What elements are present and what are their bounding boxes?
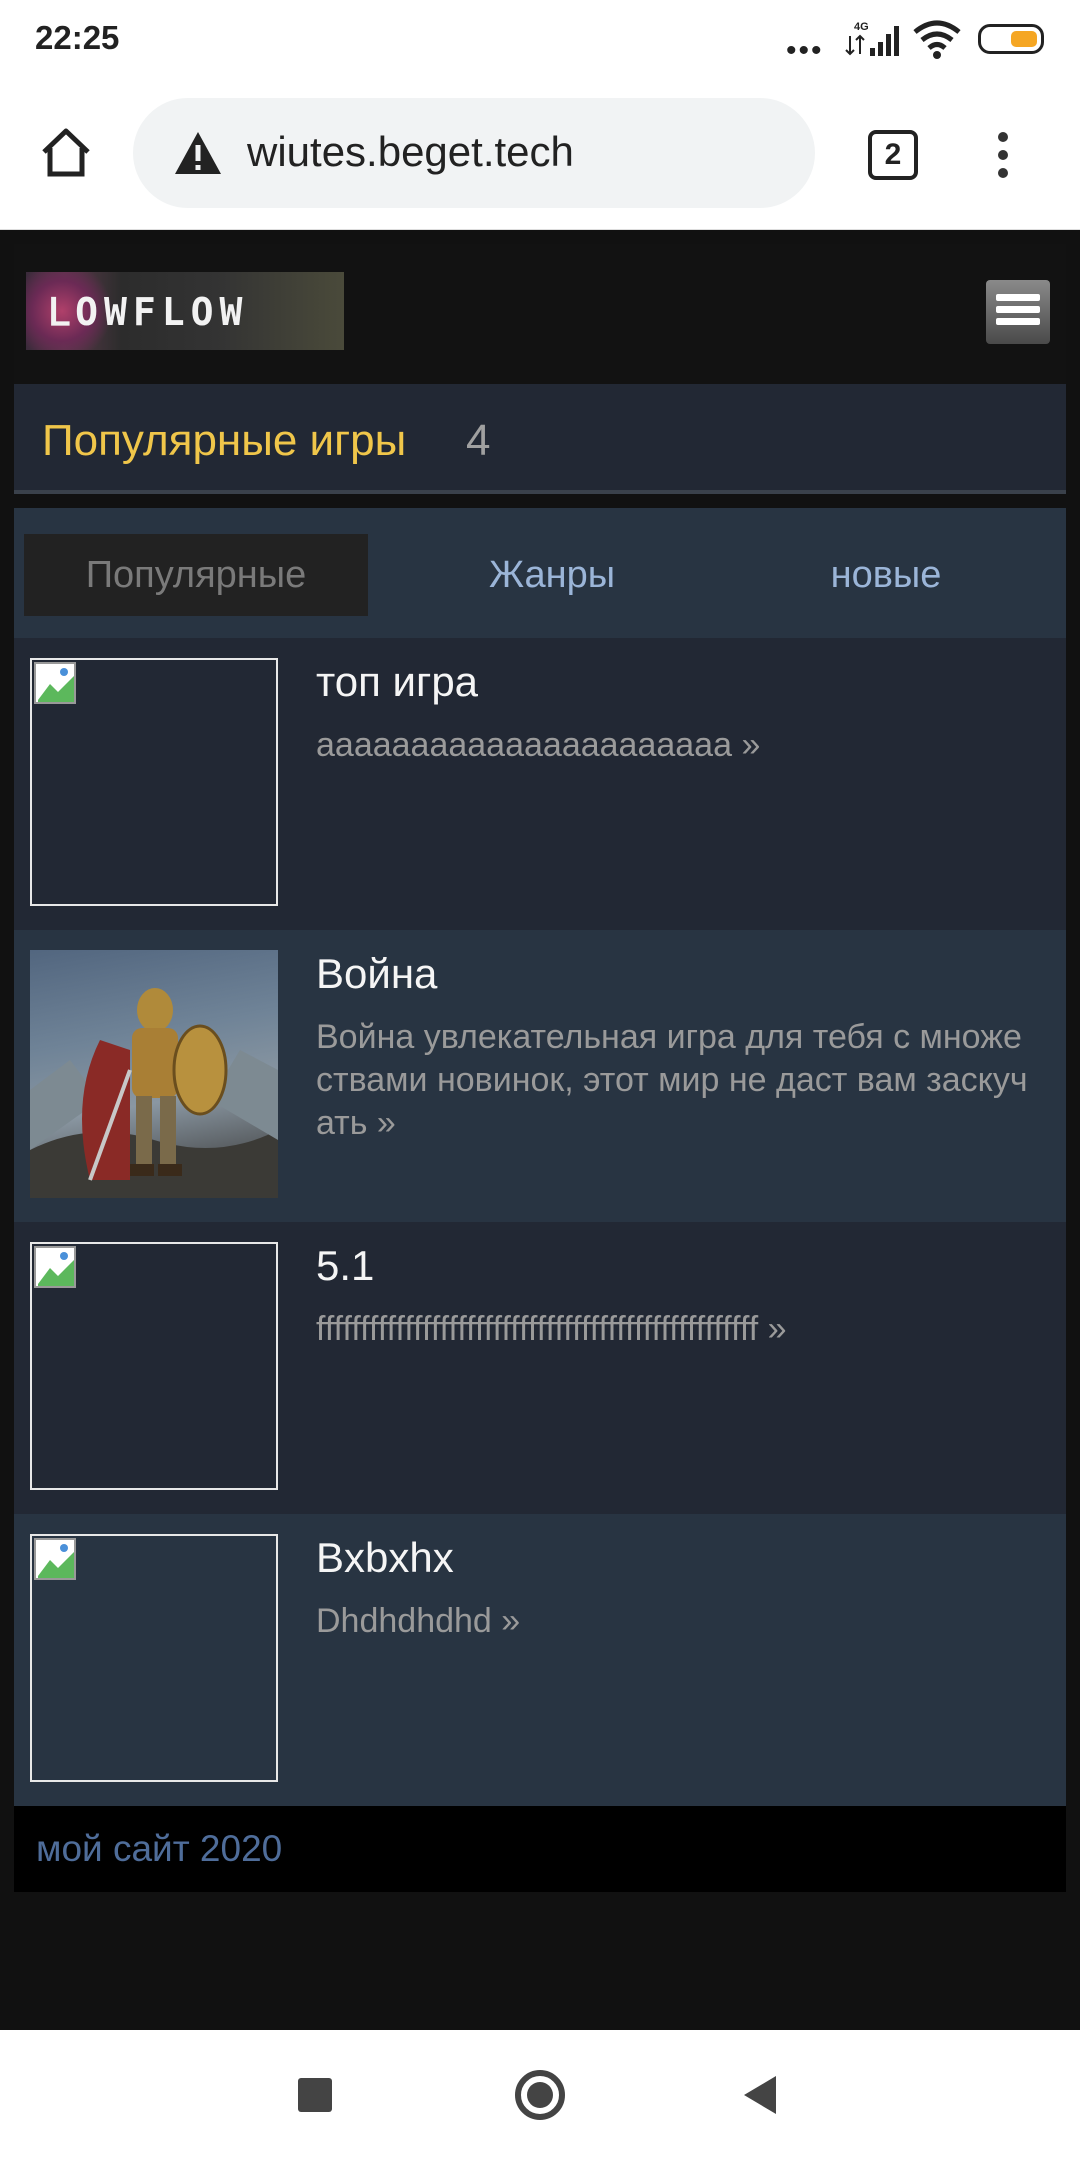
tab-popular[interactable]: Популярные [24, 534, 368, 616]
knight-artwork[interactable] [30, 950, 278, 1198]
address-bar[interactable]: wiutes.beget.tech [133, 98, 815, 208]
warning-icon[interactable] [173, 130, 223, 176]
broken-image-icon [34, 1538, 76, 1580]
svg-text:4G: 4G [854, 21, 869, 33]
game-item[interactable]: Война Война увлекательная игра для тебя … [14, 930, 1066, 1222]
site-header: ᒪOWFLOW [14, 244, 1066, 384]
section-title: Популярные игры [42, 416, 407, 465]
game-thumbnail[interactable] [30, 1534, 278, 1782]
game-description[interactable]: аааааааааааааааааааааа » [316, 724, 1036, 767]
web-content: ᒪOWFLOW Популярные игры 4 Популярные Жан… [0, 230, 1080, 2030]
home-circle-icon[interactable] [515, 2070, 565, 2120]
game-thumbnail[interactable] [30, 658, 278, 906]
home-icon[interactable] [38, 124, 94, 180]
broken-image-icon [34, 1246, 76, 1288]
hamburger-menu-icon[interactable] [986, 280, 1050, 344]
tab-bar: Популярные Жанры новые [14, 508, 1066, 638]
tabs-icon[interactable]: 2 [868, 130, 918, 180]
recents-square-icon[interactable] [298, 2078, 332, 2112]
system-nav-bar [0, 2030, 1080, 2160]
signal-icon: 4G [845, 21, 899, 56]
knight-illustration [30, 988, 278, 1198]
overflow-menu-icon[interactable] [988, 128, 1018, 184]
site-footer: мой сайт 2020 [14, 1806, 1066, 1892]
game-description[interactable]: ffffffffffffffffffffffffffffffffffffffff… [316, 1308, 1036, 1351]
wifi-icon [913, 20, 961, 59]
site-logo[interactable]: ᒪOWFLOW [26, 272, 344, 350]
url-text[interactable]: wiutes.beget.tech [247, 128, 574, 176]
status-bar: 22:25 ••• 4G [0, 0, 1080, 80]
broken-image-icon [34, 662, 76, 704]
footer-text: мой сайт 2020 [36, 1828, 283, 1869]
browser-toolbar: wiutes.beget.tech 2 [0, 80, 1080, 230]
more-dots-icon: ••• [786, 34, 824, 67]
game-item[interactable]: Bxbxhx Dhdhdhdhd » [14, 1514, 1066, 1806]
game-title[interactable]: Война [316, 950, 437, 998]
back-triangle-icon[interactable] [744, 2076, 776, 2114]
site-container: ᒪOWFLOW Популярные игры 4 Популярные Жан… [14, 244, 1066, 1892]
tab-genres[interactable]: Жанры [380, 534, 724, 616]
logo-text: ᒪOWFLOW [48, 290, 249, 334]
status-time: 22:25 [35, 19, 120, 56]
section-header: Популярные игры 4 [14, 384, 1066, 494]
game-title[interactable]: 5.1 [316, 1242, 374, 1290]
game-title[interactable]: топ игра [316, 658, 478, 706]
tab-new[interactable]: новые [714, 534, 1058, 616]
game-item[interactable]: топ игра аааааааааааааааааааааа » [14, 638, 1066, 930]
game-title[interactable]: Bxbxhx [316, 1534, 454, 1582]
battery-icon [978, 24, 1044, 54]
game-description[interactable]: Война увлекательная игра для тебя с множ… [316, 1016, 1036, 1145]
game-item[interactable]: 5.1 ffffffffffffffffffffffffffffffffffff… [14, 1222, 1066, 1514]
section-count: 4 [466, 416, 491, 465]
game-thumbnail[interactable] [30, 1242, 278, 1490]
game-description[interactable]: Dhdhdhdhd » [316, 1600, 1036, 1643]
